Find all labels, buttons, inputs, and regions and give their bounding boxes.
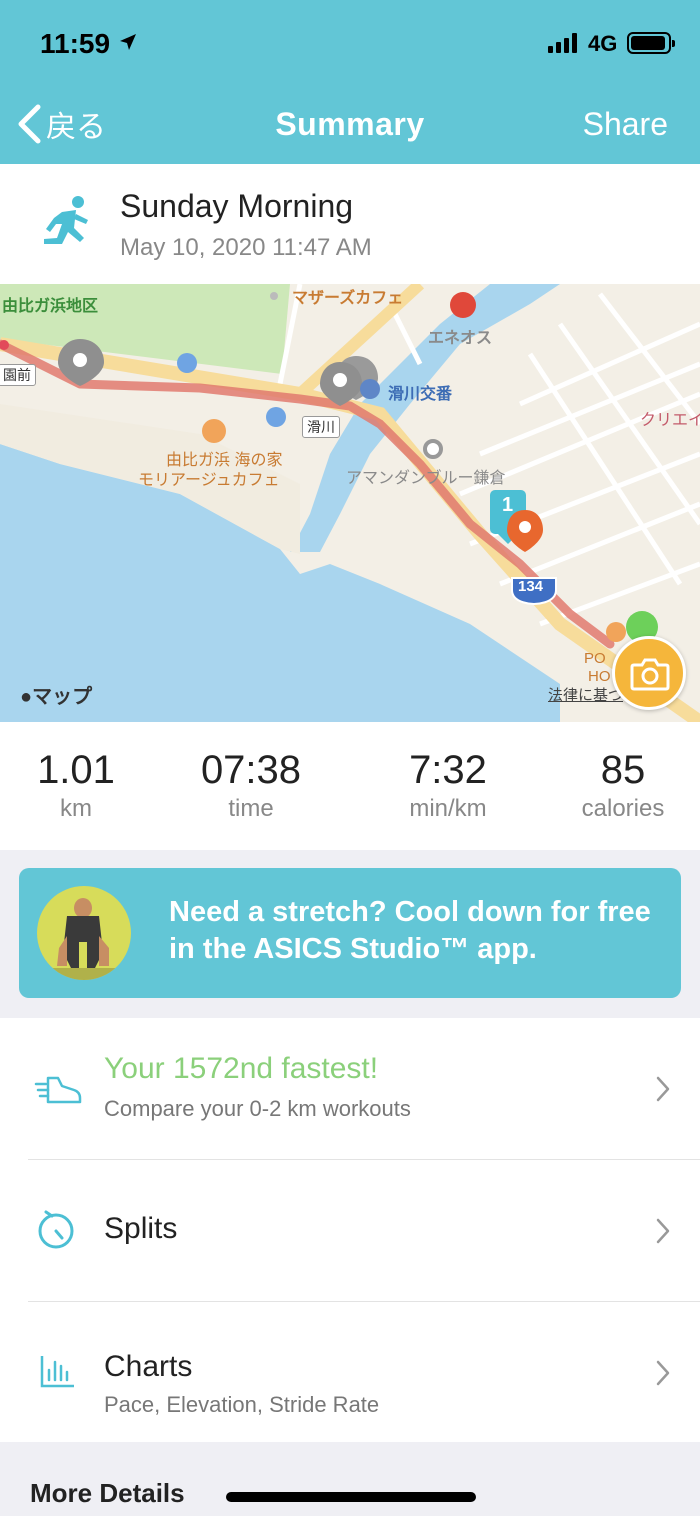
map-label: 滑川交番: [388, 386, 453, 403]
activity-header: Sunday Morning May 10, 2020 11:47 AM: [0, 164, 700, 284]
map-label: 滑川: [302, 416, 340, 438]
stat-unit: km: [60, 795, 92, 822]
landmark-poi: [423, 439, 443, 459]
fastest-title: Your 1572nd fastest!: [104, 1052, 379, 1085]
stopwatch-icon: [36, 1208, 76, 1255]
fastest-subtitle: Compare your 0-2 km workouts: [104, 1096, 411, 1121]
apple-maps-logo: ●マップ: [20, 680, 92, 709]
status-bar: 11:59 4G: [0, 0, 700, 88]
shoe-icon: [34, 1072, 82, 1111]
small-poi: [270, 292, 278, 300]
maps-brand: マップ: [32, 686, 93, 708]
route-map[interactable]: 由比ガ浜地区 マザーズカフェ エネオス 滑川交番 滑川 園前 由比ガ浜 海の家 …: [0, 284, 700, 722]
workout-details-list: Your 1572nd fastest! Compare your 0-2 km…: [0, 1018, 700, 1442]
stretch-avatar-image: [37, 886, 131, 980]
status-time: 11:59: [40, 28, 111, 59]
police-poi: [360, 379, 380, 399]
stat-value: 1.01: [37, 748, 115, 792]
stat-unit: calories: [581, 795, 665, 822]
map-label: エネオス: [428, 330, 493, 347]
asics-studio-promo[interactable]: Need a stretch? Cool down for free in th…: [19, 868, 681, 998]
eneos-poi: [450, 292, 476, 318]
runner-icon: [40, 194, 94, 261]
stat-value: 85: [600, 748, 646, 792]
home-indicator[interactable]: [226, 1492, 476, 1502]
splits-title: Splits: [104, 1212, 178, 1245]
share-button[interactable]: Share: [583, 106, 668, 143]
fastest-row[interactable]: Your 1572nd fastest! Compare your 0-2 km…: [0, 1018, 700, 1159]
bar-chart-icon: [40, 1354, 76, 1393]
stats-row: 1.01 km 07:38 time 7:32 min/km 85 calori…: [0, 722, 700, 850]
more-details-section: More Details: [0, 1442, 700, 1516]
charts-row[interactable]: Charts Pace, Elevation, Stride Rate: [0, 1302, 700, 1443]
stat-value: 07:38: [200, 748, 302, 792]
chevron-right-icon: [656, 1360, 670, 1391]
stat-calories: 85 calories: [566, 748, 680, 823]
map-label: HO: [588, 668, 611, 685]
stat-time: 07:38 time: [180, 748, 322, 823]
splits-row[interactable]: Splits: [0, 1160, 700, 1301]
signal-icon: [548, 33, 577, 53]
stat-unit: min/km: [409, 795, 487, 822]
stat-pace: 7:32 min/km: [384, 748, 512, 823]
map-label: アマンダンブルー鎌倉: [346, 470, 506, 487]
stat-distance: 1.01 km: [20, 748, 132, 823]
chevron-right-icon: [656, 1076, 670, 1107]
map-label: マザーズカフェ: [292, 290, 404, 307]
route-number: 134: [518, 578, 544, 595]
map-label: モリアージュカフェ: [138, 472, 280, 489]
battery-icon: [627, 32, 675, 54]
stat-unit: time: [228, 795, 274, 822]
map-label: クリエイ: [640, 412, 700, 429]
charts-subtitle: Pace, Elevation, Stride Rate: [104, 1392, 380, 1417]
parking-poi: [266, 407, 286, 427]
charts-title: Charts: [104, 1350, 193, 1383]
chevron-right-icon: [656, 1218, 670, 1249]
location-arrow-icon: [118, 32, 138, 57]
promo-text: Need a stretch? Cool down for free in th…: [169, 896, 651, 965]
network-type: 4G: [588, 31, 618, 56]
camera-icon: [630, 658, 670, 691]
navigation-bar: 戻る Summary Share: [0, 88, 700, 164]
stat-value: 7:32: [409, 748, 487, 792]
parking-poi: [177, 353, 197, 373]
restaurant-poi: [606, 622, 626, 642]
map-label: PO: [584, 650, 606, 667]
more-details-title: More Details: [30, 1478, 185, 1508]
map-label: 由比ガ浜地区: [2, 298, 99, 315]
legal-link[interactable]: 法律に基づ: [548, 684, 623, 705]
restaurant-poi: [202, 419, 226, 443]
activity-date: May 10, 2020 11:47 AM: [120, 234, 372, 261]
apple-logo-icon: ●: [20, 686, 33, 708]
add-photo-button[interactable]: [612, 636, 686, 710]
map-label: 園前: [0, 364, 36, 386]
activity-title: Sunday Morning: [120, 188, 354, 224]
km-marker-label: 1: [502, 494, 514, 516]
